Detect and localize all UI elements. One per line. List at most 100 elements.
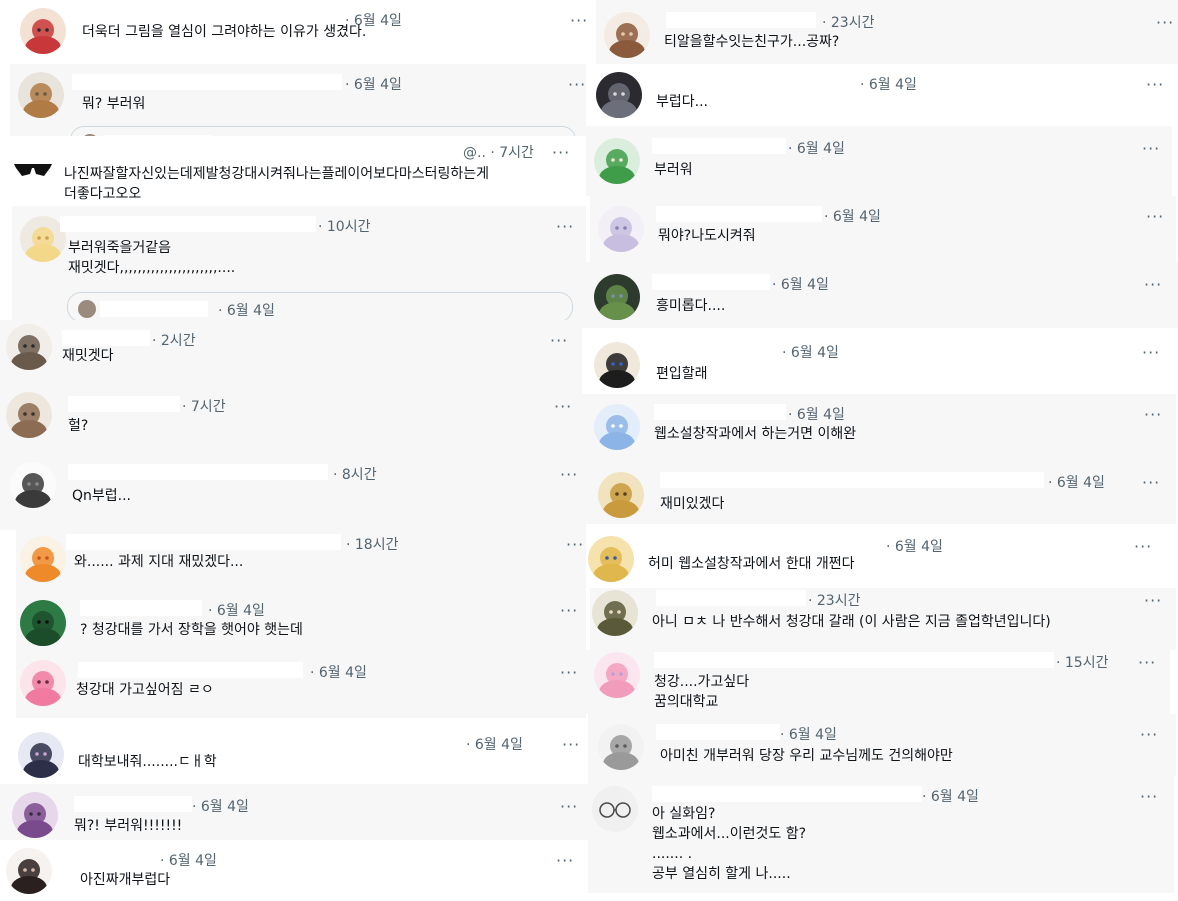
reply-timestamp[interactable]: · 6월 4일	[782, 342, 839, 362]
reply-card[interactable]: · 7시간 ··· 헐?	[0, 386, 590, 452]
reply-card[interactable]: @.. · 7시간 ··· 나진짜잘할자신있는데제발청강대시켜줘나는플레이어보다마스…	[0, 136, 586, 206]
reply-timestamp[interactable]: · 7시간	[182, 396, 226, 416]
dark-hair-avatar[interactable]	[18, 732, 64, 778]
reply-card[interactable]: · 6월 4일 ··· 편입할래	[582, 328, 1178, 394]
reply-card[interactable]: · 6월 4일 ··· 웹소설창작과에서 하는거면 이해완	[586, 394, 1176, 458]
more-options-icon[interactable]: ···	[560, 467, 578, 483]
portrait-avatar[interactable]	[6, 392, 52, 438]
more-options-icon[interactable]: ···	[550, 333, 568, 349]
bob-hair-avatar[interactable]	[592, 590, 638, 636]
reply-timestamp[interactable]: · 6월 4일	[772, 274, 829, 294]
more-options-icon[interactable]: ···	[566, 537, 584, 553]
more-options-icon[interactable]: ···	[1142, 141, 1160, 157]
reply-timestamp[interactable]: · 8시간	[333, 464, 377, 484]
reply-card[interactable]: · 6월 4일 ··· 아진짜개부럽다	[0, 840, 590, 901]
reply-timestamp[interactable]: · 6월 4일	[860, 74, 917, 94]
reply-card[interactable]: · 10시간 ··· 부러워죽을거같음 재밋겟다,,,,,,,,,,,,,,,,,,…	[12, 206, 586, 320]
sketch-avatar[interactable]	[10, 462, 56, 508]
more-options-icon[interactable]: ···	[1140, 727, 1158, 743]
quoted-reply[interactable]: · 6월 4일	[67, 292, 573, 320]
reply-timestamp[interactable]: · 6월 4일	[192, 796, 249, 816]
reply-timestamp[interactable]: · 6월 4일	[160, 850, 217, 870]
more-options-icon[interactable]: ···	[1142, 475, 1160, 491]
blonde-avatar[interactable]	[588, 536, 634, 582]
peace-sign-avatar[interactable]	[594, 342, 640, 388]
reply-timestamp[interactable]: · 23시간	[808, 590, 860, 610]
reply-card[interactable]: · 15시간 ··· 청강....가고싶다 꿈의대학교	[586, 650, 1170, 714]
reply-timestamp[interactable]: · 6월 4일	[780, 724, 837, 744]
more-options-icon[interactable]: ···	[560, 603, 578, 619]
more-options-icon[interactable]: ···	[1146, 209, 1164, 225]
reply-card[interactable]: · 6월 4일 ··· 아 실화임? 웹소과에서...이런것도 함? .......…	[588, 776, 1174, 893]
gray-sketch-avatar[interactable]	[598, 724, 644, 770]
reply-timestamp[interactable]: · 6월 4일	[824, 206, 881, 226]
reply-timestamp[interactable]: @.. · 7시간	[463, 142, 534, 162]
more-options-icon[interactable]: ···	[556, 219, 574, 235]
pink-hair-avatar[interactable]	[20, 660, 66, 706]
blue-flower-avatar[interactable]	[594, 404, 640, 450]
more-options-icon[interactable]: ···	[562, 737, 580, 753]
reply-card[interactable]: · 8시간 ··· Qn부럽...	[0, 452, 590, 530]
long-hair-avatar[interactable]	[6, 848, 52, 894]
reply-card[interactable]: · 23시간 ··· 아니 ㅁㅊ 나 반수해서 청강대 갈래 (이 사람은 지금 졸…	[590, 588, 1176, 650]
reply-card[interactable]: · 6월 4일 ··· 부럽다...	[588, 64, 1178, 126]
reply-card[interactable]: · 6월 4일 ··· 뭐?! 부러워!!!!!!!	[0, 784, 590, 840]
reply-card[interactable]: · 6월 4일 ··· ? 청강대를 가서 장학을 햇어야 햇는데	[16, 592, 586, 654]
cat-avatar[interactable]	[598, 472, 644, 518]
reply-card[interactable]: · 6월 4일 ··· 더욱더 그림을 열심이 그려야하는 이유가 생겼다.	[0, 0, 590, 64]
reply-card[interactable]: · 6월 4일 ··· 대학보내줘........ㄷㅐ학	[16, 718, 586, 784]
reply-card[interactable]: · 6월 4일 ··· 청강대 가고싶어짐 ㄹㅇ	[16, 654, 586, 718]
reply-timestamp[interactable]: · 6월 4일	[208, 600, 265, 620]
more-options-icon[interactable]: ···	[1144, 277, 1162, 293]
round-glasses-avatar[interactable]	[592, 786, 638, 832]
bread-avatar[interactable]	[18, 72, 64, 118]
green-character-avatar[interactable]	[594, 138, 640, 184]
reply-timestamp[interactable]: · 6월 4일	[788, 404, 845, 424]
reply-card[interactable]: · 6월 4일 ··· 재미있겠다	[590, 458, 1176, 524]
reply-timestamp[interactable]: · 6월 4일	[466, 734, 523, 754]
reply-timestamp[interactable]: · 6월 4일	[1048, 472, 1105, 492]
red-hair-avatar[interactable]	[20, 8, 66, 54]
reply-card[interactable]: · 23시간 ··· 티알을할수잇는친구가...공짜?	[596, 0, 1178, 64]
more-options-icon[interactable]: ···	[1142, 345, 1160, 361]
reply-timestamp[interactable]: · 18시간	[346, 534, 398, 554]
reply-card[interactable]: · 6월 4일 ··· 부러워	[586, 126, 1172, 196]
reply-card[interactable]: · 6월 4일 ··· 흥미롭다....	[586, 262, 1178, 328]
scene-avatar[interactable]	[594, 274, 640, 320]
more-options-icon[interactable]: ···	[1134, 539, 1152, 555]
more-options-icon[interactable]: ···	[1146, 77, 1164, 93]
white-hair-avatar[interactable]	[598, 206, 644, 252]
green-blob-avatar[interactable]	[20, 600, 66, 646]
more-options-icon[interactable]: ···	[1144, 407, 1162, 423]
reply-timestamp[interactable]: · 6월 4일	[310, 662, 367, 682]
more-options-icon[interactable]: ···	[1138, 655, 1156, 671]
reply-timestamp[interactable]: · 6월 4일	[345, 74, 402, 94]
reply-timestamp[interactable]: · 15시간	[1056, 652, 1108, 672]
reply-timestamp[interactable]: · 2시간	[152, 330, 196, 350]
more-options-icon[interactable]: ···	[1156, 15, 1174, 31]
reply-timestamp[interactable]: · 10시간	[318, 216, 370, 236]
more-options-icon[interactable]: ···	[570, 13, 588, 29]
reply-card[interactable]: · 18시간 ··· 와...... 과제 지대 재밌겠다...	[16, 530, 586, 592]
sunglasses-avatar[interactable]	[10, 146, 56, 192]
reply-card[interactable]: · 6월 4일 ··· 아미친 개부러워 당장 우리 교수님께도 건의해야만	[588, 714, 1176, 776]
more-options-icon[interactable]: ···	[554, 399, 572, 415]
more-options-icon[interactable]: ···	[568, 77, 586, 93]
reply-card[interactable]: · 2시간 ··· 재밋겟다	[0, 320, 590, 386]
purple-hair-avatar[interactable]	[12, 792, 58, 838]
more-options-icon[interactable]: ···	[556, 853, 574, 869]
more-options-icon[interactable]: ···	[1140, 789, 1158, 805]
reply-card[interactable]: · 6월 4일 ··· 뭐야?나도시켜줘	[590, 196, 1176, 262]
pink-pastel-avatar[interactable]	[594, 652, 640, 698]
orange-creature-avatar[interactable]	[20, 536, 66, 582]
glasses-avatar[interactable]	[604, 12, 650, 58]
reply-timestamp[interactable]: · 6월 4일	[788, 138, 845, 158]
vr-headset-avatar[interactable]	[596, 72, 642, 118]
more-options-icon[interactable]: ···	[1144, 593, 1162, 609]
reply-card[interactable]: · 6월 4일 ··· 허미 웹소설창작과에서 한대 개쩐다	[586, 524, 1170, 588]
more-options-icon[interactable]: ···	[560, 799, 578, 815]
more-options-icon[interactable]: ···	[552, 145, 570, 161]
reply-timestamp[interactable]: · 6월 4일	[886, 536, 943, 556]
more-options-icon[interactable]: ···	[560, 665, 578, 681]
reply-timestamp[interactable]: · 23시간	[822, 12, 874, 32]
